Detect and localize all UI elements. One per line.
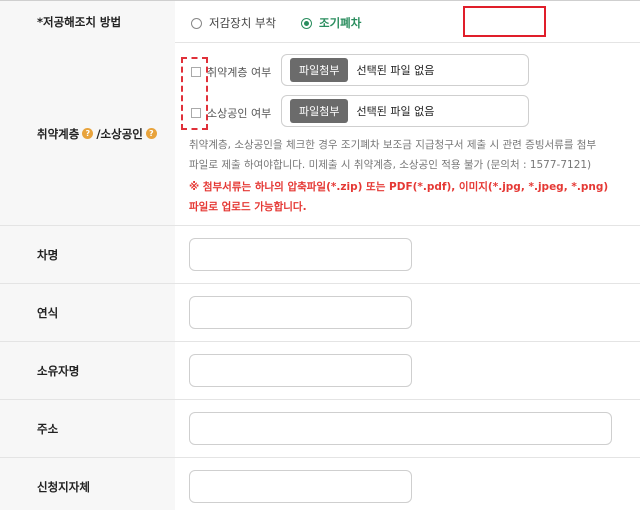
option-early-scrap-label: 조기폐차: [319, 16, 362, 30]
vulnerable-row: 취약계층 ? /소상공인 ? 취약계층 여부 파일첨부 선택된 파일 없음 소상…: [0, 42, 640, 225]
address-input[interactable]: [189, 412, 612, 445]
radio-early-scrap[interactable]: [301, 17, 312, 29]
file-upload-small-business: 파일첨부 선택된 파일 없음: [281, 95, 529, 127]
field-label: 주소: [0, 400, 175, 457]
field-row-local-gov: 신청지자체: [0, 458, 640, 510]
help-icon[interactable]: ?: [82, 128, 94, 139]
field-row-year: 연식: [0, 284, 640, 341]
attach-button[interactable]: 파일첨부: [290, 58, 349, 82]
check-vulnerable-label: 취약계층 여부: [207, 66, 272, 79]
help-icon[interactable]: ?: [145, 128, 157, 139]
check-small-business[interactable]: 소상공인 여부: [191, 105, 271, 121]
highlight-box: [463, 6, 546, 37]
file-status: 선택된 파일 없음: [356, 64, 435, 77]
checkbox-vulnerable[interactable]: [191, 67, 201, 77]
method-options: 저감장치 부착 조기폐차: [175, 1, 640, 42]
radio-device-attach[interactable]: [191, 17, 202, 29]
car-name-input[interactable]: [189, 238, 412, 271]
option-device-attach[interactable]: 저감장치 부착: [191, 15, 276, 31]
vulnerable-label: 취약계층 ? /소상공인 ?: [0, 42, 175, 225]
warning-text: ※ 첨부서류는 하나의 압축파일(*.zip) 또는 PDF(*.pdf), 이…: [189, 181, 609, 213]
field-row-car-name: 차명: [0, 226, 640, 283]
field-label: 신청지자체: [0, 458, 175, 510]
local-gov-input[interactable]: [189, 470, 412, 503]
check-small-business-label: 소상공인 여부: [207, 107, 272, 120]
check-vulnerable[interactable]: 취약계층 여부: [191, 64, 271, 80]
field-label: 연식: [0, 284, 175, 341]
checkbox-small-business[interactable]: [191, 108, 201, 118]
year-input[interactable]: [189, 296, 412, 329]
option-device-attach-label: 저감장치 부착: [209, 16, 277, 30]
vulnerable-options: 취약계층 여부 파일첨부 선택된 파일 없음 소상공인 여부 파일첨부 선택된 …: [175, 42, 640, 225]
owner-name-input[interactable]: [189, 354, 412, 387]
option-early-scrap[interactable]: 조기폐차: [301, 15, 361, 31]
method-label: *저공해조치 방법: [0, 1, 175, 42]
attach-button[interactable]: 파일첨부: [290, 99, 349, 123]
field-row-owner: 소유자명: [0, 342, 640, 399]
field-row-address: 주소: [0, 400, 640, 457]
method-row: *저공해조치 방법 저감장치 부착 조기폐차: [0, 0, 640, 42]
notice-text: 취약계층, 소상공인을 체크한 경우 조기폐차 보조금 지급청구서 제출 시 관…: [189, 139, 597, 171]
vulnerable-label-part2: /소상공인: [96, 126, 143, 141]
field-label: 소유자명: [0, 342, 175, 399]
file-upload-vulnerable: 파일첨부 선택된 파일 없음: [281, 54, 529, 86]
field-label: 차명: [0, 226, 175, 283]
file-status: 선택된 파일 없음: [356, 105, 435, 118]
vulnerable-label-part1: 취약계층: [37, 126, 80, 141]
